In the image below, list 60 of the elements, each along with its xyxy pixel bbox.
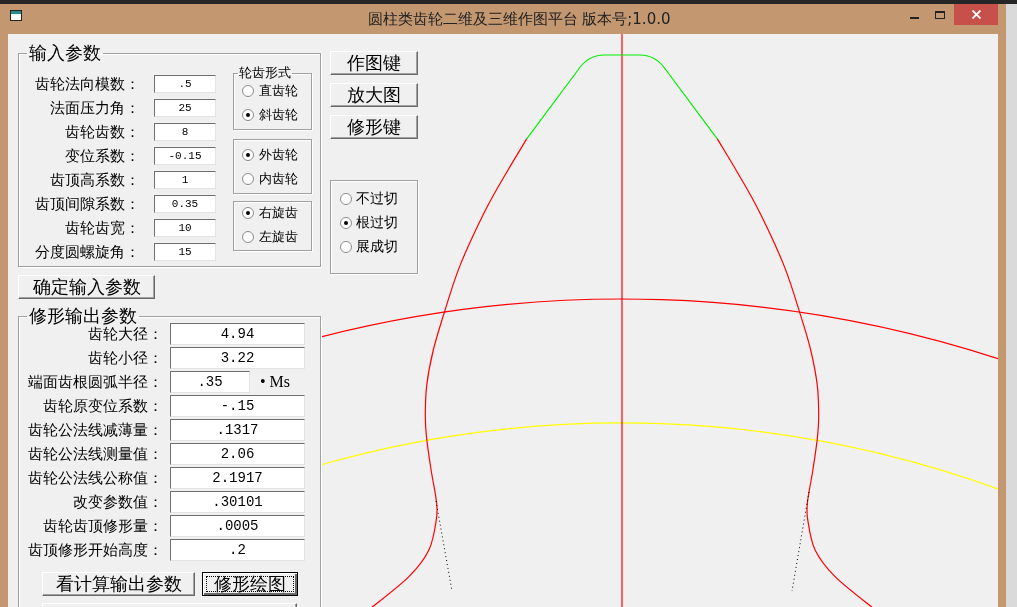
input-field[interactable]: 10 [154,219,216,237]
field-label: 齿轮原变位系数： [42,396,163,416]
output-field[interactable]: .0005 [170,515,305,537]
close-button[interactable] [954,4,998,25]
output-field[interactable]: .30101 [170,491,305,513]
output-field[interactable]: .2 [170,539,305,561]
field-label: 齿轮大径： [87,325,163,344]
field-label: 齿轮公法线测量值： [27,444,163,464]
field-label: 齿轮公法线减薄量： [27,420,163,440]
field-label: 变位系数： [64,147,140,165]
field-label: 齿轮公法线公称值： [27,468,163,488]
tool-button[interactable]: 修形键 [330,115,418,139]
output-field[interactable]: -.15 [170,395,305,417]
output-field[interactable]: 2.1917 [170,467,305,489]
minimize-icon [909,16,919,19]
tool-button[interactable]: 作图键 [330,51,418,75]
field-label: 齿顶间隙系数： [34,195,140,213]
field-label: 齿轮齿数： [64,123,140,141]
group-title: 轮齿形式 [238,66,292,80]
field-label: 齿顶修形开始高度： [27,540,163,560]
field-label: 改变参数值： [72,492,163,512]
radio-button[interactable]: 展成切 [340,237,417,257]
output-field[interactable]: .1317 [170,419,305,441]
radio-button[interactable]: 外齿轮 [242,145,311,165]
input-field[interactable]: 1 [154,171,216,189]
input-field[interactable]: .5 [154,75,216,93]
field-label: 齿轮小径： [87,348,163,368]
tool-button[interactable]: 放大图 [330,83,418,107]
action-button[interactable]: 看计算输出参数 [42,572,195,596]
output-field[interactable]: 3.22 [170,347,305,369]
field-label: 分度圆螺旋角： [34,243,140,261]
radio-button[interactable]: 斜齿轮 [242,105,311,125]
field-label: 法面压力角： [49,99,140,117]
maximize-icon [935,10,945,19]
field-label: 齿轮法向模数： [34,75,140,93]
output-field[interactable]: 4.94 [170,323,305,345]
input-field[interactable]: -0.15 [154,147,216,165]
output-field[interactable]: .35 [170,371,250,393]
radio-button[interactable]: 内齿轮 [242,169,311,189]
radio-button[interactable]: 直齿轮 [242,81,311,101]
output-field[interactable]: 2.06 [170,443,305,465]
window-title: 圆柱类齿轮二维及三维作图平台 版本号;1.0.0 [367,10,671,28]
radio-button[interactable]: 不过切 [340,189,417,209]
radio-button[interactable]: 根过切 [340,213,417,233]
input-field[interactable]: 8 [154,123,216,141]
field-label: 齿轮齿顶修形量： [42,516,163,536]
input-field[interactable]: 15 [154,243,216,261]
field-label: 端面齿根圆弧半径： [27,372,163,392]
group-title: 输入参数 [28,43,102,63]
field-label: 齿顶高系数： [49,171,140,189]
group-title: 修形输出参数 [28,306,138,326]
window-icon [10,10,22,21]
field-label: 齿轮齿宽： [64,219,140,237]
input-field[interactable]: 25 [154,99,216,117]
radio-button[interactable]: 左旋齿 [242,227,311,247]
close-icon [971,10,981,19]
input-field[interactable]: 0.35 [154,195,216,213]
confirm-input-button[interactable]: 确定输入参数 [18,275,155,299]
radio-button[interactable]: 右旋齿 [242,203,311,223]
unit-label: • Ms [259,372,291,392]
